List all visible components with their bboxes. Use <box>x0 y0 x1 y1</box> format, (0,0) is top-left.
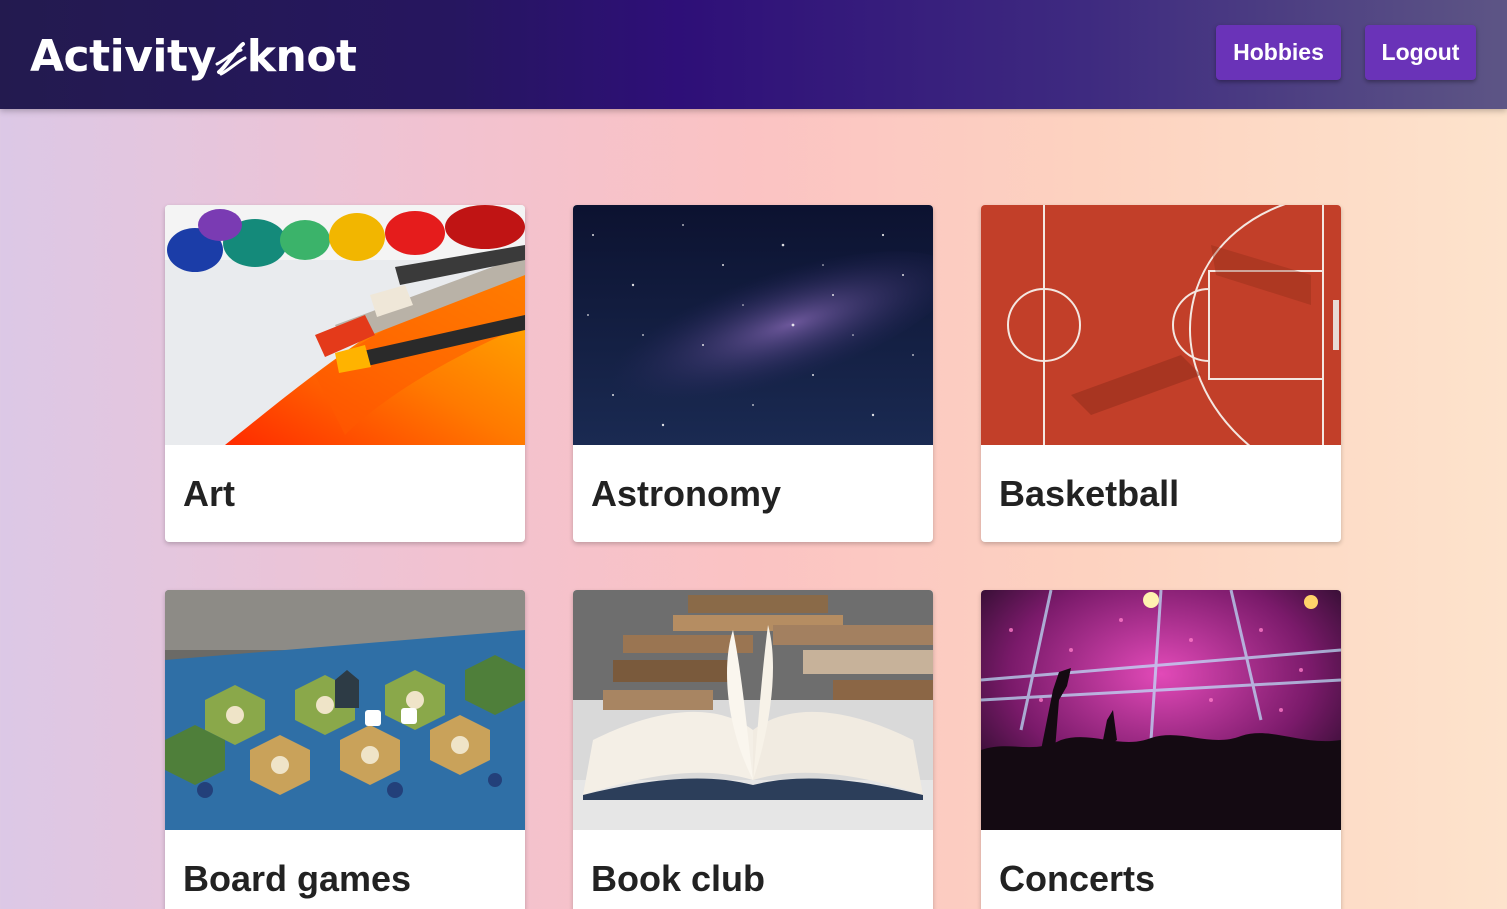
paint-brushes-photo <box>165 205 525 445</box>
logo-text-right: knot <box>246 30 357 82</box>
books-photo <box>573 590 933 830</box>
starry-sky-photo <box>573 205 933 445</box>
hobby-card-concerts[interactable]: Concerts <box>981 590 1341 909</box>
app-logo[interactable]: Activity knot <box>30 28 357 84</box>
top-app-bar: Activity knot Hobbies Logout <box>0 0 1507 109</box>
hobby-title: Basketball <box>999 473 1180 514</box>
hobby-title: Board games <box>183 858 412 899</box>
hobby-title: Concerts <box>999 858 1156 899</box>
hobby-card-board-games[interactable]: Board games <box>165 590 525 909</box>
logo-text-left: Activity <box>30 30 216 82</box>
hobby-card-art[interactable]: Art <box>165 205 525 542</box>
hobbies-button[interactable]: Hobbies <box>1216 25 1341 80</box>
hobby-title: Art <box>183 473 235 514</box>
board-game-photo <box>165 590 525 830</box>
basketball-court-photo <box>981 205 1341 445</box>
hobby-title: Astronomy <box>591 473 782 514</box>
hobby-card-basketball[interactable]: Basketball <box>981 205 1341 542</box>
hobby-card-book-club[interactable]: Book club <box>573 590 933 909</box>
hobby-card-astronomy[interactable]: Astronomy <box>573 205 933 542</box>
hobby-title: Book club <box>591 858 766 899</box>
logout-button[interactable]: Logout <box>1365 25 1476 80</box>
knot-icon <box>215 38 247 78</box>
concert-crowd-photo <box>981 590 1341 830</box>
